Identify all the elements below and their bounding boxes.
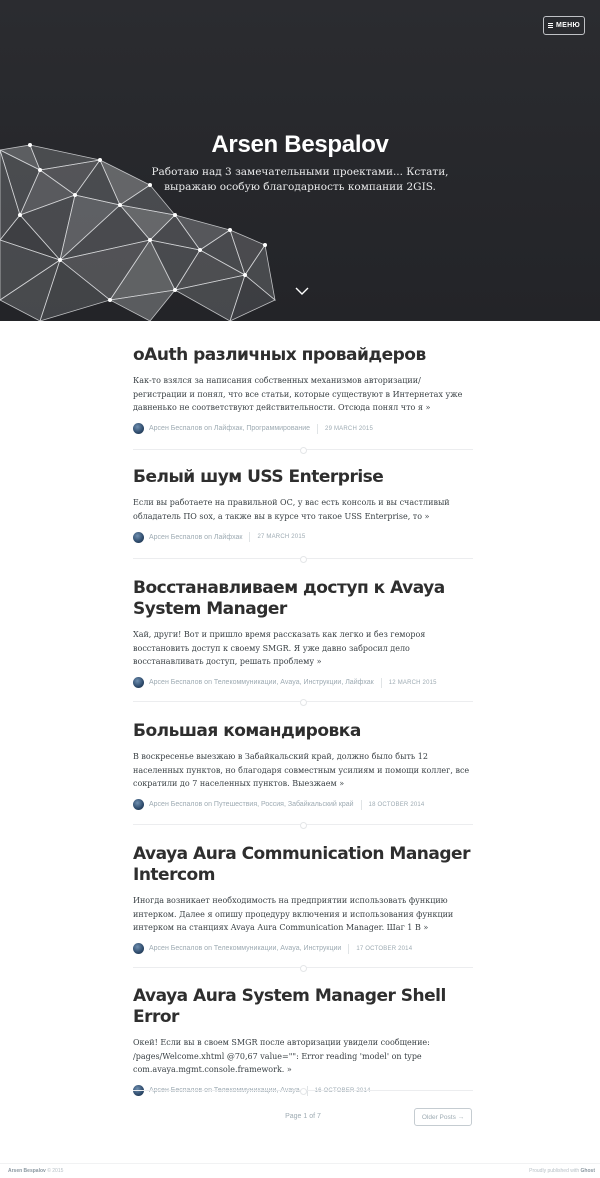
post-tags[interactable]: Путешествия, Россия, Забайкальский край (214, 801, 354, 808)
author-link[interactable]: Арсен Беспалов (149, 425, 202, 432)
meta-separator (380, 677, 382, 688)
author-avatar[interactable] (133, 943, 144, 955)
author-avatar[interactable] (133, 531, 144, 543)
author-link[interactable]: Арсен Беспалов (149, 534, 202, 541)
polygon-mesh-art (0, 143, 276, 321)
post-date: 29 MARCH 2015 (325, 425, 373, 432)
post-divider (133, 447, 473, 454)
meta-on-label: on (204, 425, 212, 433)
post-date: 27 MARCH 2015 (257, 534, 306, 541)
post-item: Avaya Aura Communication Manager Interco… (133, 844, 473, 955)
post-title[interactable]: Белый шум USS Enterprise (133, 467, 473, 488)
post-excerpt: Если вы работаете на правильной ОС, у ва… (133, 498, 450, 521)
post-divider (133, 1088, 473, 1095)
post-excerpt: Хай, други! Вот и пришло время рассказат… (133, 630, 426, 667)
menu-button[interactable]: МЕНЮ (543, 16, 585, 35)
meta-separator (348, 943, 350, 954)
post-title[interactable]: Большая командировка (133, 721, 473, 742)
author-avatar[interactable] (133, 423, 144, 435)
post-meta: Арсен Беспалов on Телекоммуникации, Avay… (133, 943, 473, 955)
post-excerpt: Окей! Если вы в своем SMGR после авториз… (133, 1038, 430, 1075)
post-item: Avaya Aura System Manager Shell Error Ок… (133, 986, 473, 1097)
post-title[interactable]: oAuth различных провайдеров (133, 345, 473, 366)
meta-on-label: on (204, 679, 212, 687)
post-tags[interactable]: Лайфхак (214, 534, 243, 541)
site-header: МЕНЮ Arsen Bespalov Работаю над 3 замеча… (0, 0, 600, 321)
post-meta: Арсен Беспалов on Телекоммуникации, Avay… (133, 677, 473, 689)
post-tags[interactable]: Лайфхак, Программирование (214, 425, 310, 432)
post-item: Белый шум USS Enterprise Если вы работае… (133, 467, 473, 543)
post-divider (133, 822, 473, 829)
post-date: 17 OCTOBER 2014 (356, 945, 413, 952)
footer-proudly-label: Proudly published with (529, 1168, 580, 1174)
footer-divider (0, 1163, 600, 1164)
post-tags[interactable]: Телекоммуникации, Avaya, Инструкции (214, 945, 341, 952)
post-date: 12 MARCH 2015 (388, 679, 437, 686)
meta-separator (360, 799, 362, 810)
hamburger-icon (548, 23, 553, 28)
meta-on-label: on (204, 945, 212, 953)
footer-copyright: Arsen Bespalov © 2015 (8, 1168, 63, 1174)
post-item: Большая командировка В воскресенье выезж… (133, 721, 473, 811)
page-number: Page 1 of 7 (285, 1113, 321, 1120)
footer-powered-by: Proudly published with Ghost (529, 1168, 595, 1174)
post-item: Восстанавливаем доступ к Avaya System Ma… (133, 578, 473, 689)
post-date: 18 OCTOBER 2014 (368, 801, 425, 808)
blog-description: Работаю над 3 замечательными проектами..… (151, 166, 449, 193)
post-divider (133, 699, 473, 706)
post-meta: Арсен Беспалов on Лайфхак 27 MARCH 2015 (133, 531, 473, 543)
post-title[interactable]: Восстанавливаем доступ к Avaya System Ma… (133, 578, 473, 620)
post-tags[interactable]: Телекоммуникации, Avaya, Инструкции, Лай… (214, 679, 374, 686)
post-item: oAuth различных провайдеров Как-то взялс… (133, 345, 473, 435)
post-title[interactable]: Avaya Aura Communication Manager Interco… (133, 844, 473, 886)
chevron-down-icon[interactable] (294, 286, 310, 296)
post-excerpt: Иногда возникает необходимость на предпр… (133, 896, 454, 933)
post-meta: Арсен Беспалов on Лайфхак, Программирова… (133, 423, 473, 435)
menu-label: МЕНЮ (556, 22, 580, 29)
footer-copyright-year: © 2015 (47, 1168, 64, 1174)
author-link[interactable]: Арсен Беспалов (149, 679, 202, 686)
meta-on-label: on (204, 801, 212, 809)
older-posts-button[interactable]: Older Posts → (414, 1108, 472, 1126)
post-meta: Арсен Беспалов on Путешествия, Россия, З… (133, 799, 473, 811)
post-excerpt: Как-то взялся за написания собственных м… (133, 376, 463, 413)
meta-separator (317, 423, 319, 434)
footer-site-link[interactable]: Arsen Bespalov (8, 1168, 46, 1174)
footer-ghost-link[interactable]: Ghost (581, 1168, 595, 1174)
author-avatar[interactable] (133, 677, 144, 689)
meta-on-label: on (204, 533, 212, 541)
post-excerpt: В воскресенье выезжаю в Забайкальский кр… (133, 752, 470, 789)
post-title[interactable]: Avaya Aura System Manager Shell Error (133, 986, 473, 1028)
blog-title[interactable]: Arsen Bespalov (0, 131, 600, 159)
author-avatar[interactable] (133, 799, 144, 811)
author-link[interactable]: Арсен Беспалов (149, 945, 202, 952)
author-link[interactable]: Арсен Беспалов (149, 801, 202, 808)
post-divider (133, 965, 473, 972)
meta-separator (249, 532, 251, 543)
post-divider (133, 556, 473, 563)
